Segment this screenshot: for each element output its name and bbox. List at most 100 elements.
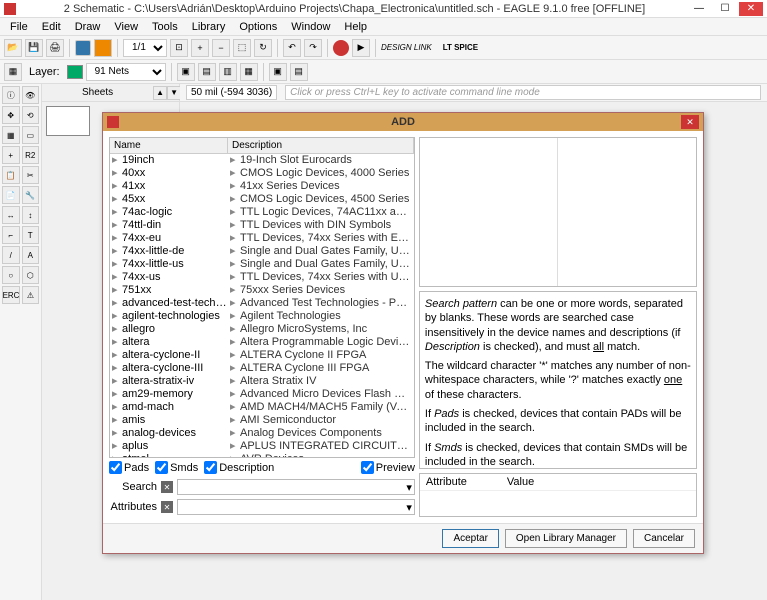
library-row[interactable]: ▸74xx-little-de▸Single and Dual Gates Fa…	[110, 245, 414, 258]
library-row[interactable]: ▸analog-devices▸Analog Devices Component…	[110, 427, 414, 440]
library-row[interactable]: ▸agilent-technologies▸Agilent Technologi…	[110, 310, 414, 323]
sheet-up-icon[interactable]: ▲	[153, 86, 167, 100]
smds-checkbox[interactable]: Smds	[155, 461, 198, 474]
tool-icon-5[interactable]: ▭	[22, 126, 40, 144]
design-link-label[interactable]: DESIGN LINK	[381, 43, 432, 52]
zoom-fit-icon[interactable]: ⊡	[170, 39, 188, 57]
ltspice-label[interactable]: LT SPICE	[443, 43, 478, 52]
tool-icon-11[interactable]: 🔧	[22, 186, 40, 204]
layer-combo[interactable]: 91 Nets	[86, 63, 166, 81]
library-list[interactable]: Name Description ▸19inch▸19-Inch Slot Eu…	[109, 137, 415, 458]
menu-window[interactable]: Window	[285, 20, 336, 34]
tool-icon-21[interactable]: ⚠	[22, 286, 39, 304]
minimize-button[interactable]: —	[687, 2, 711, 16]
tool-icon-12[interactable]: ↔	[2, 206, 20, 224]
search-input[interactable]: ▾	[177, 479, 415, 495]
library-row[interactable]: ▸45xx▸CMOS Logic Devices, 4500 Series	[110, 193, 414, 206]
tool-icon-2[interactable]: ✥	[2, 106, 20, 124]
tool-icon-20[interactable]: ERC	[2, 286, 20, 304]
attributes-clear-button[interactable]: ✕	[161, 501, 173, 513]
pads-checkbox[interactable]: Pads	[109, 461, 149, 474]
save-icon[interactable]: 💾	[25, 39, 43, 57]
print-icon[interactable]: 🖨	[46, 39, 64, 57]
redo-icon[interactable]: ↷	[304, 39, 322, 57]
view-tile1-icon[interactable]: ▣	[269, 63, 287, 81]
library-row[interactable]: ▸41xx▸41xx Series Devices	[110, 180, 414, 193]
tool-icon-16[interactable]: /	[2, 246, 20, 264]
tool-icon-10[interactable]: 📄	[2, 186, 20, 204]
zoom-combo[interactable]: 1/1	[123, 39, 167, 57]
view-mode1-icon[interactable]: ▣	[177, 63, 195, 81]
close-button[interactable]: ✕	[739, 2, 763, 16]
go-icon[interactable]: ▶	[352, 39, 370, 57]
library-row[interactable]: ▸74xx-us▸TTL Devices, 74xx Series with U…	[110, 271, 414, 284]
col-desc[interactable]: Description	[228, 138, 414, 153]
command-line[interactable]: Click or press Ctrl+L key to activate co…	[285, 85, 761, 100]
library-row[interactable]: ▸751xx▸75xxx Series Devices	[110, 284, 414, 297]
menu-library[interactable]: Library	[186, 20, 232, 34]
library-row[interactable]: ▸allegro▸Allegro MicroSystems, Inc	[110, 323, 414, 336]
tool-icon-7[interactable]: R2	[22, 146, 40, 164]
open-icon[interactable]: 📂	[4, 39, 22, 57]
zoom-in-icon[interactable]: +	[191, 39, 209, 57]
view-mode2-icon[interactable]: ▤	[198, 63, 216, 81]
zoom-out-icon[interactable]: −	[212, 39, 230, 57]
menu-help[interactable]: Help	[338, 20, 373, 34]
tool-icon-4[interactable]: ▦	[2, 126, 20, 144]
library-row[interactable]: ▸74xx-eu▸TTL Devices, 74xx Series with E…	[110, 232, 414, 245]
library-row[interactable]: ▸74xx-little-us▸Single and Dual Gates Fa…	[110, 258, 414, 271]
sheet-thumbnail[interactable]	[46, 106, 90, 136]
tool-icon-9[interactable]: ✂	[22, 166, 40, 184]
menu-tools[interactable]: Tools	[146, 20, 184, 34]
tool-icon-3[interactable]: ⟲	[22, 106, 40, 124]
tool-icon-17[interactable]: A	[22, 246, 40, 264]
search-clear-button[interactable]: ✕	[161, 481, 173, 493]
view-mode4-icon[interactable]: ▦	[240, 63, 258, 81]
col-name[interactable]: Name	[110, 138, 228, 153]
maximize-button[interactable]: ☐	[713, 2, 737, 16]
tool-icon-19[interactable]: ⬡	[22, 266, 40, 284]
tool-icon-6[interactable]: +	[2, 146, 20, 164]
library-row[interactable]: ▸aplus▸APLUS INTEGRATED CIRCUITS INC.	[110, 440, 414, 453]
attributes-input[interactable]: ▾	[177, 499, 415, 515]
ulp-icon[interactable]	[94, 39, 112, 57]
cancel-button[interactable]: Cancelar	[633, 529, 695, 548]
tool-icon-1[interactable]: 👁	[22, 86, 40, 104]
scr-icon[interactable]	[75, 40, 91, 56]
open-library-manager-button[interactable]: Open Library Manager	[505, 529, 627, 548]
menu-file[interactable]: File	[4, 20, 34, 34]
library-row[interactable]: ▸altera-cyclone-III▸ALTERA Cyclone III F…	[110, 362, 414, 375]
description-checkbox[interactable]: Description	[204, 461, 274, 474]
redraw-icon[interactable]: ↻	[254, 39, 272, 57]
tool-icon-8[interactable]: 📋	[2, 166, 20, 184]
tool-icon-0[interactable]: ⓘ	[2, 86, 20, 104]
library-row[interactable]: ▸40xx▸CMOS Logic Devices, 4000 Series	[110, 167, 414, 180]
library-row[interactable]: ▸altera▸Altera Programmable Logic Device…	[110, 336, 414, 349]
stop-icon[interactable]	[333, 40, 349, 56]
library-row[interactable]: ▸advanced-test-technologies▸Advanced Tes…	[110, 297, 414, 310]
tool-icon-15[interactable]: T	[22, 226, 40, 244]
attribute-table[interactable]: AttributeValue	[419, 473, 697, 517]
tool-icon-14[interactable]: ⌐	[2, 226, 20, 244]
library-row[interactable]: ▸74ac-logic▸TTL Logic Devices, 74AC11xx …	[110, 206, 414, 219]
tool-icon-13[interactable]: ↕	[22, 206, 40, 224]
menu-view[interactable]: View	[108, 20, 144, 34]
library-row[interactable]: ▸74ttl-din▸TTL Devices with DIN Symbols	[110, 219, 414, 232]
library-row[interactable]: ▸altera-stratix-iv▸Altera Stratix IV	[110, 375, 414, 388]
library-row[interactable]: ▸amis▸AMI Semiconductor	[110, 414, 414, 427]
ok-button[interactable]: Aceptar	[442, 529, 498, 548]
library-row[interactable]: ▸19inch▸19-Inch Slot Eurocards	[110, 154, 414, 167]
tool-icon-18[interactable]: ○	[2, 266, 20, 284]
zoom-select-icon[interactable]: ⬚	[233, 39, 251, 57]
undo-icon[interactable]: ↶	[283, 39, 301, 57]
grid-icon[interactable]: ▦	[4, 63, 22, 81]
menu-draw[interactable]: Draw	[69, 20, 107, 34]
library-row[interactable]: ▸am29-memory▸Advanced Micro Devices Flas…	[110, 388, 414, 401]
layer-swatch[interactable]	[67, 65, 83, 79]
dialog-close-button[interactable]: ✕	[681, 115, 699, 129]
library-row[interactable]: ▸amd-mach▸AMD MACH4/MACH5 Family (Vantis…	[110, 401, 414, 414]
menu-options[interactable]: Options	[233, 20, 283, 34]
menu-edit[interactable]: Edit	[36, 20, 67, 34]
library-row[interactable]: ▸altera-cyclone-II▸ALTERA Cyclone II FPG…	[110, 349, 414, 362]
view-tile2-icon[interactable]: ▤	[290, 63, 308, 81]
